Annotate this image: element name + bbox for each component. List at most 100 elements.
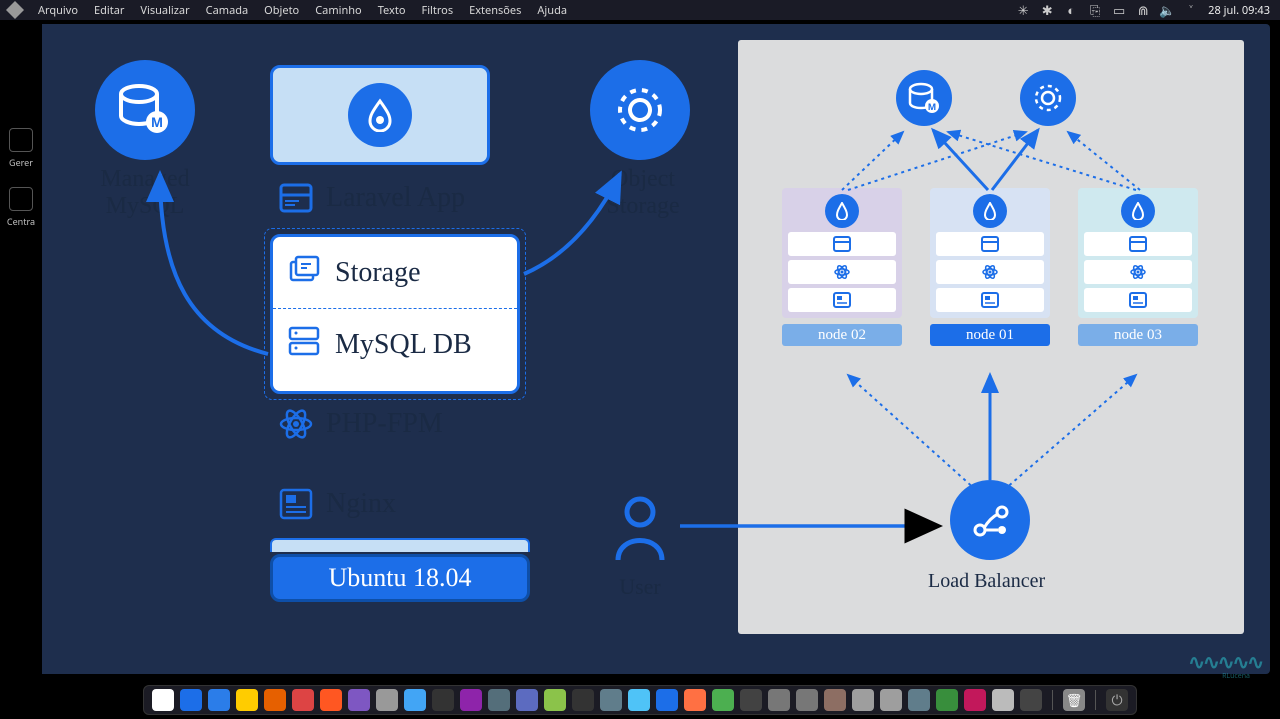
trash-icon[interactable]: 🗑	[1063, 689, 1085, 711]
dock-app-28[interactable]	[936, 689, 958, 711]
dock-app-25[interactable]	[852, 689, 874, 711]
ubuntu-tab	[270, 538, 530, 552]
dock-app-31[interactable]	[1020, 689, 1042, 711]
flame-icon[interactable]: ✱	[1040, 3, 1054, 17]
power-icon[interactable]: ⏻	[1106, 689, 1128, 711]
node03-column[interactable]: node 03	[1078, 188, 1198, 346]
server-icon	[287, 324, 321, 366]
dock-app-22[interactable]	[768, 689, 790, 711]
label: Storage	[335, 257, 421, 289]
spinner-circle-icon	[612, 82, 668, 138]
dock-app-14[interactable]	[544, 689, 566, 711]
dock-app-6[interactable]	[320, 689, 342, 711]
app-window-icon	[278, 180, 314, 216]
dock-app-15[interactable]	[572, 689, 594, 711]
label: Nginx	[326, 488, 396, 520]
node01-column[interactable]: node 01	[930, 188, 1050, 346]
object-storage-label: Object Storage	[578, 166, 708, 220]
menubar: ArquivoEditarVisualizarCamadaObjetoCamin…	[0, 0, 1280, 20]
sidebar-item-manage[interactable]: Gerer	[0, 128, 42, 169]
watermark-text: RLucena	[1222, 672, 1250, 681]
dock-app-4[interactable]	[264, 689, 286, 711]
atom-icon	[278, 406, 314, 442]
dock-app-9[interactable]	[404, 689, 426, 711]
dock-app-18[interactable]	[656, 689, 678, 711]
menu-item-visualizar[interactable]: Visualizar	[132, 3, 197, 18]
dock-app-27[interactable]	[908, 689, 930, 711]
dock-separator	[1052, 690, 1053, 710]
object-storage-circle[interactable]	[590, 60, 690, 160]
clock[interactable]: 28 jul. 09:43	[1208, 3, 1270, 18]
chevron-down-icon[interactable]: ˅	[1184, 3, 1198, 17]
label-line: Managed	[80, 166, 210, 193]
menu-item-ajuda[interactable]: Ajuda	[529, 3, 575, 18]
dock-app-13[interactable]	[516, 689, 538, 711]
volume-icon[interactable]: 🔈	[1160, 3, 1174, 17]
dock-app-19[interactable]	[684, 689, 706, 711]
menu-item-objeto[interactable]: Objeto	[256, 3, 307, 18]
dock-app-3[interactable]	[236, 689, 258, 711]
droplet-icon	[348, 83, 412, 147]
clipboard-icon[interactable]: ⎘	[1088, 3, 1102, 17]
load-balancer-circle[interactable]	[950, 480, 1030, 560]
menu-item-editar[interactable]: Editar	[86, 3, 132, 18]
label: PHP-FPM	[326, 408, 443, 440]
php-fpm-row: PHP-FPM	[278, 406, 443, 442]
dock-app-12[interactable]	[488, 689, 510, 711]
dock-app-1[interactable]	[180, 689, 202, 711]
cluster-panel[interactable]: M node 02	[738, 40, 1244, 634]
dock-app-8[interactable]	[376, 689, 398, 711]
laravel-block[interactable]	[270, 65, 490, 165]
wifi-icon[interactable]: ⋒	[1136, 3, 1150, 17]
dock-app-11[interactable]	[460, 689, 482, 711]
dock-app-16[interactable]	[600, 689, 622, 711]
atom-icon	[788, 260, 896, 284]
dock: 🗑 ⏻	[143, 685, 1137, 715]
dock-app-2[interactable]	[208, 689, 230, 711]
dock-app-10[interactable]	[432, 689, 454, 711]
watermark-logo: ∿∿∿∿∿	[1188, 648, 1262, 675]
news-icon	[788, 288, 896, 312]
inkscape-canvas[interactable]: M Managed MySQL Object Storage Laravel A…	[10, 24, 1270, 674]
dock-app-23[interactable]	[796, 689, 818, 711]
sidebar-item-central[interactable]: Centra	[0, 187, 42, 228]
label: MySQL DB	[335, 329, 472, 361]
storage-row: Storage	[273, 237, 517, 309]
slack-icon[interactable]: ✳	[1016, 3, 1030, 17]
node-label: node 03	[1078, 324, 1198, 346]
atom-icon	[936, 260, 1044, 284]
node-stack	[782, 188, 902, 318]
dock-app-24[interactable]	[824, 689, 846, 711]
menu-item-filtros[interactable]: Filtros	[413, 3, 461, 18]
menu-item-arquivo[interactable]: Arquivo	[30, 3, 86, 18]
dock-separator	[1095, 690, 1096, 710]
menu-item-texto[interactable]: Texto	[370, 3, 414, 18]
news-icon	[278, 486, 314, 522]
menu-item-extensões[interactable]: Extensões	[461, 3, 529, 18]
dock-app-7[interactable]	[348, 689, 370, 711]
manage-icon	[9, 128, 33, 152]
sync-icon[interactable]: ◐	[1064, 3, 1078, 17]
storage-db-block[interactable]: Storage MySQL DB	[270, 234, 520, 394]
node02-column[interactable]: node 02	[782, 188, 902, 346]
dock-app-21[interactable]	[740, 689, 762, 711]
label-line: MySQL	[80, 193, 210, 220]
menu-item-caminho[interactable]: Caminho	[307, 3, 370, 18]
system-tray: ✳ ✱ ◐ ⎘ ▭ ⋒ 🔈 ˅ 28 jul. 09:43	[1016, 3, 1280, 18]
canvas-wrap: M Managed MySQL Object Storage Laravel A…	[0, 20, 1280, 680]
dock-app-30[interactable]	[992, 689, 1014, 711]
dock-app-17[interactable]	[628, 689, 650, 711]
app-window-icon	[1084, 232, 1192, 256]
dock-app-29[interactable]	[964, 689, 986, 711]
managed-mysql-circle[interactable]: M	[95, 60, 195, 160]
dock-app-20[interactable]	[712, 689, 734, 711]
label-line: Object	[578, 166, 708, 193]
dock-app-5[interactable]	[292, 689, 314, 711]
svg-text:M: M	[151, 113, 163, 131]
dock-app-26[interactable]	[880, 689, 902, 711]
dock-app-0[interactable]	[152, 689, 174, 711]
monitor-icon[interactable]: ▭	[1112, 3, 1126, 17]
ubuntu-block[interactable]: Ubuntu 18.04	[270, 554, 530, 602]
menu-item-camada[interactable]: Camada	[198, 3, 257, 18]
central-icon	[9, 187, 33, 211]
